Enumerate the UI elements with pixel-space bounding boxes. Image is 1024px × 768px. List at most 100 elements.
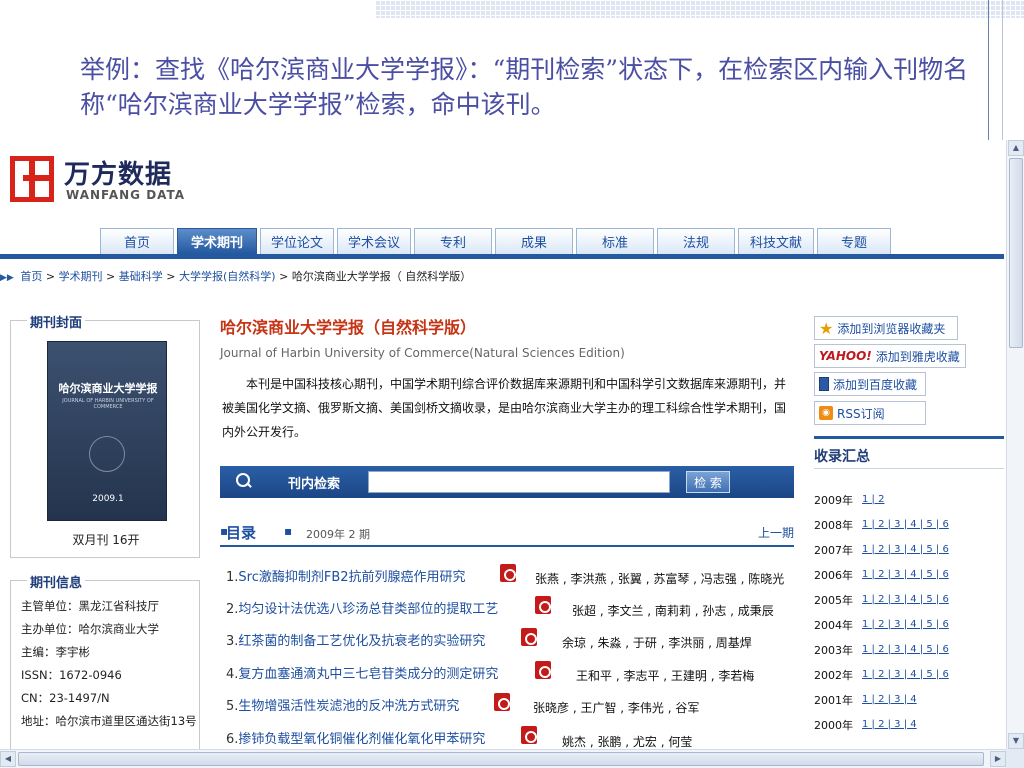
scroll-down-icon[interactable]: ▼ bbox=[1008, 733, 1024, 749]
journal-frequency: 双月刊 16开 bbox=[72, 533, 140, 547]
nav-underline bbox=[0, 254, 1004, 259]
action-label: 添加到浏览器收藏夹 bbox=[837, 321, 946, 336]
rss-subscribe-button[interactable]: ◉ RSS订阅 bbox=[814, 401, 926, 425]
info-row: 主编：李宇彬 bbox=[21, 645, 90, 659]
archive-year: 2009年 bbox=[814, 494, 853, 507]
search-button[interactable]: 检 索 bbox=[686, 471, 730, 493]
archive-issue-links[interactable]: 1 | 2 | 3 | 4 | 5 | 6 bbox=[862, 594, 949, 605]
pdf-icon[interactable] bbox=[494, 693, 510, 711]
cover-subtitle: JOURNAL OF HARBIN UNIVERSITY OF COMMERCE bbox=[62, 398, 154, 410]
slide-caption: 举例：查找《哈尔滨商业大学学报》：“期刊检索”状态下，在检索区内输入刊物名称“哈… bbox=[80, 55, 969, 119]
yahoo-logo-icon: YAHOO! bbox=[819, 349, 872, 363]
prev-issue-link[interactable]: 上一期 bbox=[758, 524, 794, 541]
toc-title-link[interactable]: 均匀设计法优选八珍汤总苷类部位的提取工艺 bbox=[238, 602, 498, 617]
info-row: ISSN：1672-0946 bbox=[21, 668, 122, 682]
tab-achievements[interactable]: 成果 bbox=[495, 228, 573, 254]
archive-year: 2004年 bbox=[814, 619, 853, 632]
toc-authors: 张燕 , 李洪燕 , 张翼 , 苏富琴 , 冯志强 , 陈晓光 bbox=[535, 572, 785, 586]
pdf-icon[interactable] bbox=[521, 726, 537, 744]
toc-num: 1. bbox=[226, 570, 239, 585]
archive-top-line bbox=[814, 436, 1004, 439]
horizontal-scroll-thumb[interactable] bbox=[18, 752, 984, 766]
pdf-icon[interactable] bbox=[521, 628, 537, 646]
archive-issue-links[interactable]: 1 | 2 | 3 | 4 | 5 | 6 bbox=[862, 519, 949, 530]
scrollbar-corner bbox=[1006, 749, 1024, 768]
tab-regulations[interactable]: 法规 bbox=[657, 228, 735, 254]
archive-year-row: 2004年 1 | 2 | 3 | 4 | 5 | 6 bbox=[814, 617, 949, 633]
archive-year: 2007年 bbox=[814, 544, 853, 557]
vertical-scrollbar[interactable]: ▲ ▼ bbox=[1006, 140, 1024, 749]
breadcrumb-current: 哈尔滨商业大学学报（ 自然科学版） bbox=[291, 270, 472, 283]
toc-item: 6.掺铈负载型氧化铜催化剂催化氧化甲苯研究 bbox=[226, 728, 485, 747]
logo-text-cn: 万方数据 bbox=[64, 160, 173, 190]
toc-num: 4. bbox=[226, 667, 239, 682]
bookmark-icon bbox=[819, 377, 829, 391]
add-to-baidu-button[interactable]: 添加到百度收藏 bbox=[814, 372, 926, 396]
search-input[interactable] bbox=[368, 471, 670, 493]
pdf-icon[interactable] bbox=[535, 661, 551, 679]
toc-num: 5. bbox=[226, 699, 239, 714]
archive-year-row: 2007年 1 | 2 | 3 | 4 | 5 | 6 bbox=[814, 542, 949, 558]
toc-title-link[interactable]: 红茶菌的制备工艺优化及抗衰老的实验研究 bbox=[238, 634, 485, 649]
scroll-up-icon[interactable]: ▲ bbox=[1008, 140, 1024, 156]
tab-journals[interactable]: 学术期刊 bbox=[177, 228, 257, 254]
toc-title-link[interactable]: 掺铈负载型氧化铜催化剂催化氧化甲苯研究 bbox=[238, 732, 485, 747]
journal-cover-image[interactable]: 哈尔滨商业大学学报 JOURNAL OF HARBIN UNIVERSITY O… bbox=[47, 341, 167, 521]
toc-authors: 姚杰 , 张鹏 , 尤宏 , 何莹 bbox=[562, 735, 693, 749]
toc-authors: 余琼 , 朱淼 , 于研 , 李洪丽 , 周基焊 bbox=[562, 636, 752, 650]
toc-issue: 2009年 2 期 bbox=[306, 528, 370, 541]
add-to-browser-favorites-button[interactable]: ★ 添加到浏览器收藏夹 bbox=[814, 316, 958, 340]
pdf-icon[interactable] bbox=[500, 564, 516, 582]
breadcrumb-arrow-icon: ▶▶ bbox=[0, 273, 14, 283]
tab-patents[interactable]: 专利 bbox=[414, 228, 492, 254]
archive-issue-links[interactable]: 1 | 2 | 3 | 4 bbox=[862, 719, 917, 730]
breadcrumb-journals[interactable]: 学术期刊 bbox=[59, 270, 103, 283]
toc-num: 2. bbox=[226, 602, 239, 617]
tab-home[interactable]: 首页 bbox=[100, 228, 174, 254]
toc-item: 3.红茶菌的制备工艺优化及抗衰老的实验研究 bbox=[226, 630, 485, 649]
archive-issue-links[interactable]: 1 | 2 bbox=[862, 494, 884, 505]
archive-year-row: 2008年 1 | 2 | 3 | 4 | 5 | 6 bbox=[814, 517, 949, 533]
archive-issue-links[interactable]: 1 | 2 | 3 | 4 bbox=[862, 694, 917, 705]
tab-topics[interactable]: 专题 bbox=[817, 228, 891, 254]
archive-divider bbox=[814, 468, 1004, 469]
archive-year: 2008年 bbox=[814, 519, 853, 532]
toc-num: 6. bbox=[226, 732, 239, 747]
horizontal-scrollbar[interactable]: ◀ ▶ bbox=[0, 749, 1006, 768]
breadcrumb-home[interactable]: 首页 bbox=[20, 270, 42, 283]
wanfang-logo[interactable]: 万方数据 WANFANG DATA bbox=[10, 154, 200, 206]
archive-year-row: 2009年 1 | 2 bbox=[814, 492, 884, 508]
pdf-icon[interactable] bbox=[535, 596, 551, 614]
tab-tech-docs[interactable]: 科技文献 bbox=[738, 228, 814, 254]
archive-issue-links[interactable]: 1 | 2 | 3 | 4 | 5 | 6 bbox=[862, 544, 949, 555]
info-row: 主管单位：黑龙江省科技厅 bbox=[21, 599, 159, 613]
archive-issue-links[interactable]: 1 | 2 | 3 | 4 | 5 | 6 bbox=[862, 644, 949, 655]
decorative-grid bbox=[375, 0, 1024, 18]
toc-title-link[interactable]: 复方血塞通滴丸中三七皂苷类成分的测定研究 bbox=[238, 667, 498, 682]
toc-title-link[interactable]: 生物增强活性炭滤池的反冲洗方式研究 bbox=[238, 699, 459, 714]
journal-description: 本刊是中国科技核心期刊，中国学术期刊综合评价数据库来源期刊和中国科学引文数据库来… bbox=[222, 377, 787, 439]
tab-standards[interactable]: 标准 bbox=[576, 228, 654, 254]
archive-issue-links[interactable]: 1 | 2 | 3 | 4 | 5 | 6 bbox=[862, 669, 949, 680]
breadcrumb-basic-science[interactable]: 基础科学 bbox=[119, 270, 163, 283]
breadcrumb-university-journals[interactable]: 大学学报(自然科学) bbox=[179, 270, 276, 283]
archive-year-row: 2001年 1 | 2 | 3 | 4 bbox=[814, 692, 917, 708]
archive-issue-links[interactable]: 1 | 2 | 3 | 4 | 5 | 6 bbox=[862, 569, 949, 580]
search-icon bbox=[236, 473, 254, 491]
cover-issue: 2009.1 bbox=[92, 494, 124, 504]
tab-theses[interactable]: 学位论文 bbox=[260, 228, 334, 254]
vertical-scroll-thumb[interactable] bbox=[1009, 158, 1023, 348]
info-row: 地址：哈尔滨市道里区通达街13号 bbox=[21, 714, 197, 728]
archive-year-row: 2002年 1 | 2 | 3 | 4 | 5 | 6 bbox=[814, 667, 949, 683]
toc-title-link[interactable]: Src激酶抑制剂FB2抗前列腺癌作用研究 bbox=[238, 570, 465, 585]
toc-item: 2.均匀设计法优选八珍汤总苷类部位的提取工艺 bbox=[226, 598, 498, 617]
archive-issue-links[interactable]: 1 | 2 | 3 | 4 | 5 | 6 bbox=[862, 619, 949, 630]
scroll-left-icon[interactable]: ◀ bbox=[0, 751, 16, 767]
archive-year-row: 2000年 1 | 2 | 3 | 4 bbox=[814, 717, 917, 733]
tab-conferences[interactable]: 学术会议 bbox=[337, 228, 411, 254]
toc-num: 3. bbox=[226, 634, 239, 649]
scroll-right-icon[interactable]: ▶ bbox=[990, 751, 1006, 767]
add-to-yahoo-button[interactable]: YAHOO! 添加到雅虎收藏 bbox=[814, 344, 966, 368]
archive-year-row: 2003年 1 | 2 | 3 | 4 | 5 | 6 bbox=[814, 642, 949, 658]
cover-panel-legend: 期刊封面 bbox=[27, 312, 86, 331]
